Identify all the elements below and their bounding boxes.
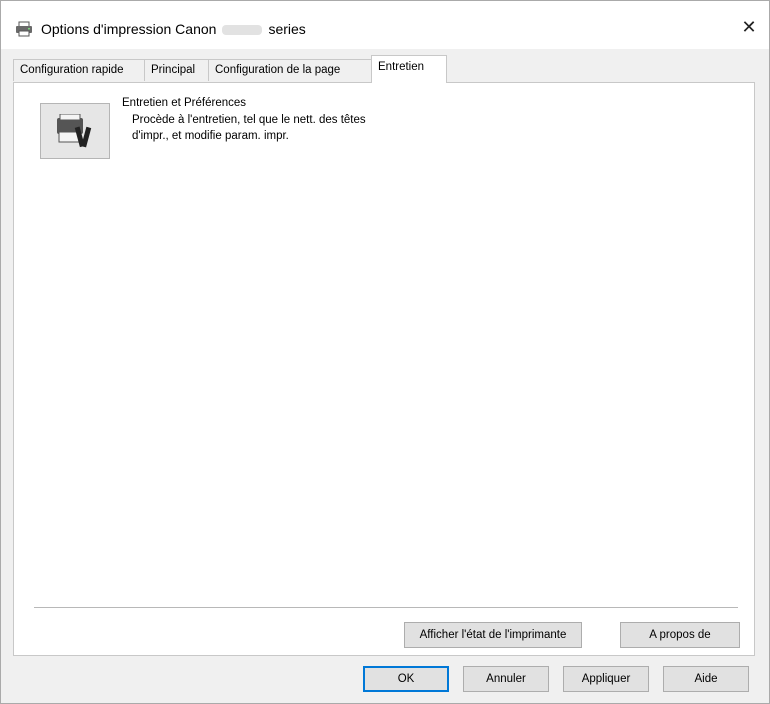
window-title-suffix: series (268, 21, 306, 37)
print-options-dialog: Options d'impression Canon series ✕ Confi… (0, 0, 770, 704)
tab-configuration-rapide[interactable]: Configuration rapide (13, 59, 145, 81)
help-button[interactable]: Aide (663, 666, 749, 692)
panel-divider (34, 607, 738, 608)
tab-principal[interactable]: Principal (144, 59, 209, 81)
cancel-button[interactable]: Annuler (463, 666, 549, 692)
entretien-panel: Entretien et Préférences Procède à l'ent… (13, 82, 755, 656)
printer-maintenance-icon (57, 114, 92, 148)
model-name-redacted (222, 25, 263, 36)
maintenance-title: Entretien et Préférences (122, 97, 247, 109)
window-title: Options d'impression Canon series (41, 21, 306, 37)
ok-button[interactable]: OK (363, 666, 449, 692)
about-button[interactable]: A propos de (620, 622, 740, 648)
close-icon: ✕ (741, 17, 757, 37)
printer-icon (15, 21, 33, 37)
maintenance-preferences-button[interactable] (40, 103, 110, 159)
title-bar: Options d'impression Canon series ✕ (1, 1, 769, 49)
tab-bar: Configuration rapide Principal Configura… (13, 55, 753, 83)
tab-entretien[interactable]: Entretien (371, 55, 447, 83)
printer-status-button[interactable]: Afficher l'état de l'imprimante (404, 622, 582, 648)
tab-configuration-page[interactable]: Configuration de la page (208, 59, 372, 81)
window-title-prefix: Options d'impression Canon (41, 21, 217, 37)
close-button[interactable]: ✕ (739, 17, 759, 37)
apply-button[interactable]: Appliquer (563, 666, 649, 692)
maintenance-description: Procède à l'entretien, tel que le nett. … (132, 114, 366, 142)
